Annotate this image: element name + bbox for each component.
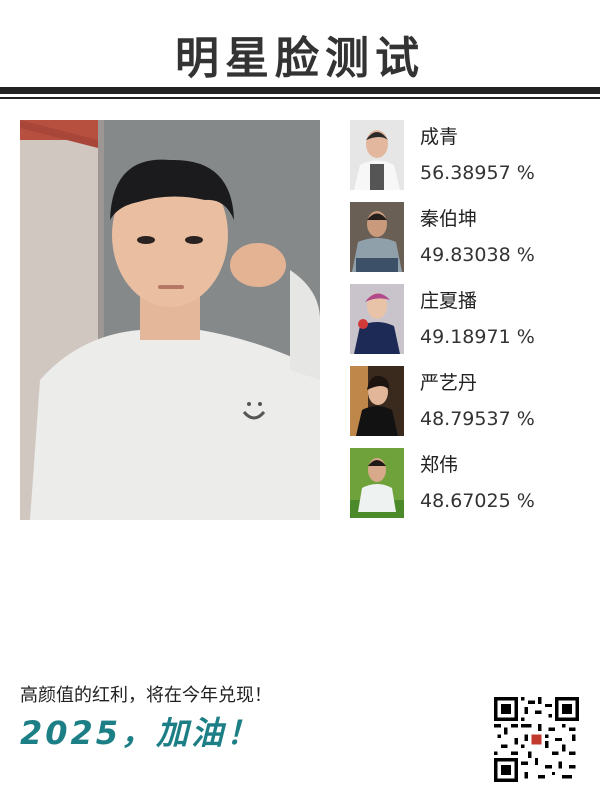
match-name: 严艺丹 bbox=[420, 372, 478, 394]
qr-code-icon bbox=[494, 697, 579, 782]
match-thumbnail bbox=[350, 366, 404, 436]
match-name: 庄夏播 bbox=[420, 290, 478, 312]
qr-code[interactable] bbox=[494, 697, 579, 782]
match-result-5: 郑伟 48.67025 % bbox=[350, 448, 580, 518]
match-score: 49.18971 % bbox=[420, 326, 535, 348]
page-title: 明星脸测试 bbox=[175, 33, 425, 84]
header-divider-thick bbox=[0, 87, 600, 94]
match-thumbnail bbox=[350, 448, 404, 518]
match-result-1: 成青 56.38957 % bbox=[350, 120, 580, 190]
slogan-line-2: 2025，加油！ bbox=[20, 714, 262, 752]
match-score: 49.83038 % bbox=[420, 244, 535, 266]
match-result-2: 秦伯坤 49.83038 % bbox=[350, 202, 580, 272]
match-name: 郑伟 bbox=[420, 454, 459, 476]
match-thumbnail bbox=[350, 120, 404, 190]
match-score: 48.67025 % bbox=[420, 490, 535, 512]
match-result-4: 严艺丹 48.79537 % bbox=[350, 366, 580, 436]
match-thumbnail bbox=[350, 284, 404, 354]
slogan-line-1: 高颜值的红利，将在今年兑现！ bbox=[20, 685, 272, 706]
user-photo bbox=[20, 120, 320, 520]
user-photo-illustration bbox=[20, 120, 320, 520]
match-name: 秦伯坤 bbox=[420, 208, 478, 230]
match-thumbnail bbox=[350, 202, 404, 272]
match-score: 48.79537 % bbox=[420, 408, 535, 430]
match-name: 成青 bbox=[420, 126, 459, 148]
header-divider-thin bbox=[0, 97, 600, 99]
match-result-3: 庄夏播 49.18971 % bbox=[350, 284, 580, 354]
match-score: 56.38957 % bbox=[420, 162, 535, 184]
